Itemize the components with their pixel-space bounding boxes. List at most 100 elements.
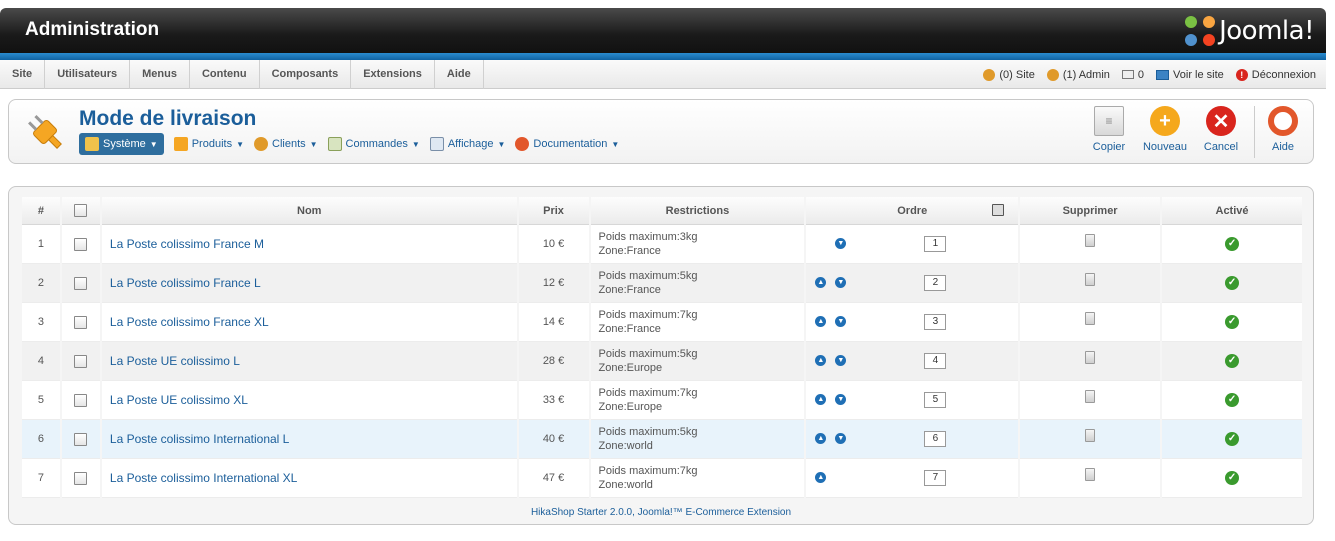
order-input[interactable]: 4 [924, 353, 947, 369]
published-check-icon[interactable]: ✓ [1225, 432, 1240, 446]
extension-footer-link[interactable]: HikaShop Starter 2.0.0, Joomla!™ E-Comme… [9, 507, 1313, 518]
move-down-icon[interactable]: ▼ [835, 316, 847, 327]
column-header-order[interactable]: Ordre [806, 197, 1019, 225]
menu-extensions[interactable]: Extensions [351, 60, 435, 89]
move-up-icon[interactable]: ▲ [815, 316, 827, 327]
menu-components[interactable]: Composants [260, 60, 352, 89]
submenu-products[interactable]: Produits ▼ [173, 133, 244, 155]
row-checkbox[interactable] [74, 276, 88, 290]
order-input[interactable]: 3 [924, 314, 947, 330]
move-up-icon[interactable]: ▲ [815, 472, 827, 483]
move-up-icon[interactable]: ▲ [815, 394, 827, 405]
move-down-icon[interactable]: ▼ [835, 238, 847, 249]
copy-button[interactable]: ≡ Copier [1086, 106, 1132, 153]
trash-icon[interactable] [1085, 311, 1096, 325]
submenu-orders[interactable]: Commandes ▼ [327, 133, 420, 155]
row-checkbox[interactable] [74, 237, 88, 251]
menu-site[interactable]: Site [0, 60, 46, 89]
delete-cell [1020, 264, 1161, 303]
component-toolbar: Mode de livraison Système ▼ Produits ▼ C… [8, 99, 1314, 164]
published-check-icon[interactable]: ✓ [1225, 237, 1240, 251]
row-select [61, 342, 100, 381]
move-down-icon[interactable]: ▼ [835, 355, 847, 366]
status-messages[interactable]: 0 [1121, 69, 1144, 81]
shipping-name-link[interactable]: La Poste colissimo International XL [101, 459, 517, 498]
published-check-icon[interactable]: ✓ [1225, 354, 1240, 368]
shipping-name-link[interactable]: La Poste colissimo France XL [101, 303, 517, 342]
shipping-name-link[interactable]: La Poste colissimo France M [101, 225, 517, 264]
component-submenu: Système ▼ Produits ▼ Clients ▼ Commandes… [79, 133, 619, 155]
active-cell: ✓ [1162, 420, 1302, 459]
shipping-name-link[interactable]: La Poste UE colissimo XL [101, 381, 517, 420]
move-down-icon[interactable]: ▼ [835, 433, 847, 444]
new-button[interactable]: + Nouveau [1142, 106, 1188, 153]
trash-icon[interactable] [1085, 350, 1096, 364]
active-cell: ✓ [1162, 459, 1302, 498]
move-up-icon[interactable]: ▲ [815, 433, 827, 444]
trash-icon[interactable] [1085, 233, 1096, 247]
column-header-delete: Supprimer [1020, 197, 1161, 225]
status-admin-users: (1) Admin [1046, 68, 1110, 81]
status-site-users: (0) Site [983, 68, 1035, 81]
submenu-clients[interactable]: Clients ▼ [254, 133, 318, 155]
save-order-icon[interactable] [992, 204, 1005, 216]
trash-icon[interactable] [1085, 467, 1096, 481]
close-icon: ✕ [1206, 106, 1236, 136]
logout-icon: ! [1235, 68, 1248, 81]
caret-down-icon: ▼ [236, 139, 244, 149]
order-input[interactable]: 2 [924, 275, 947, 291]
shipping-name-link[interactable]: La Poste colissimo International L [101, 420, 517, 459]
move-up-icon[interactable]: ▲ [815, 277, 827, 288]
submenu-system[interactable]: Système ▼ [79, 133, 164, 155]
add-icon: + [1150, 106, 1180, 136]
order-cell: ▲ ▼ 2 [806, 264, 1019, 303]
trash-icon[interactable] [1085, 272, 1096, 286]
trash-icon[interactable] [1085, 428, 1096, 442]
published-check-icon[interactable]: ✓ [1225, 471, 1240, 485]
plug-icon [28, 115, 62, 149]
menu-menus[interactable]: Menus [130, 60, 190, 89]
shipping-restrictions: Poids maximum:5kg Zone:Europe [590, 342, 805, 381]
joomla-mark-icon [1185, 16, 1216, 46]
select-all-checkbox[interactable] [74, 204, 88, 217]
trash-icon[interactable] [1085, 389, 1096, 403]
view-site-link[interactable]: Voir le site [1156, 69, 1224, 81]
shipping-restrictions: Poids maximum:5kg Zone:France [590, 264, 805, 303]
lifebuoy-icon [515, 137, 530, 151]
row-checkbox[interactable] [74, 354, 88, 368]
move-up-icon[interactable]: ▲ [815, 355, 827, 366]
column-header-name[interactable]: Nom [101, 197, 517, 225]
submenu-display[interactable]: Affichage ▼ [429, 133, 505, 155]
row-checkbox[interactable] [74, 471, 88, 485]
order-input[interactable]: 5 [924, 392, 947, 408]
active-cell: ✓ [1162, 264, 1302, 303]
menu-users[interactable]: Utilisateurs [45, 60, 131, 89]
published-check-icon[interactable]: ✓ [1225, 393, 1240, 407]
cancel-button[interactable]: ✕ Cancel [1198, 106, 1244, 153]
submenu-documentation[interactable]: Documentation ▼ [515, 133, 619, 155]
order-input[interactable]: 1 [924, 236, 947, 252]
shipping-name-link[interactable]: La Poste colissimo France L [101, 264, 517, 303]
logout-link[interactable]: ! Déconnexion [1235, 68, 1316, 81]
row-checkbox[interactable] [74, 393, 88, 407]
column-header-price[interactable]: Prix [518, 197, 589, 225]
row-number: 7 [22, 459, 60, 498]
menu-content[interactable]: Contenu [190, 60, 260, 89]
menu-help[interactable]: Aide [435, 60, 484, 89]
column-header-select-all [61, 197, 100, 225]
shipping-name-link[interactable]: La Poste UE colissimo L [101, 342, 517, 381]
shipping-price: 10 € [518, 225, 589, 264]
row-checkbox[interactable] [74, 315, 88, 329]
delete-cell [1020, 303, 1161, 342]
row-checkbox[interactable] [74, 432, 88, 446]
move-down-icon[interactable]: ▼ [835, 277, 847, 288]
order-input[interactable]: 7 [924, 470, 947, 486]
row-select [61, 303, 100, 342]
published-check-icon[interactable]: ✓ [1225, 276, 1240, 290]
shipping-price: 14 € [518, 303, 589, 342]
row-number: 3 [22, 303, 60, 342]
move-down-icon[interactable]: ▼ [835, 394, 847, 405]
order-input[interactable]: 6 [924, 431, 947, 447]
published-check-icon[interactable]: ✓ [1225, 315, 1240, 329]
help-button[interactable]: Aide [1265, 106, 1301, 153]
